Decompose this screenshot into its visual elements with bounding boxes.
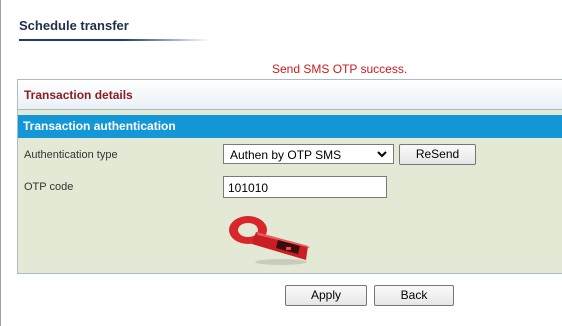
authentication-type-label: Authentication type (24, 149, 118, 161)
title-underline (19, 39, 209, 41)
otp-code-input[interactable]: 101010 (223, 176, 387, 198)
transaction-details-title: Transaction details (24, 88, 133, 102)
authentication-type-select[interactable]: Authen by OTP SMS (223, 144, 394, 164)
resend-button[interactable]: ReSend (399, 144, 476, 165)
chevron-down-icon (377, 151, 387, 158)
back-button[interactable]: Back (374, 285, 454, 306)
transaction-authentication-header: Transaction authentication (18, 115, 562, 138)
otp-code-value: 101010 (228, 181, 269, 195)
otp-code-label: OTP code (24, 181, 74, 193)
window-left-border (0, 0, 1, 326)
status-message: Send SMS OTP success. (272, 62, 408, 76)
otp-token-device-icon (229, 216, 310, 265)
authentication-type-value: Authen by OTP SMS (230, 148, 342, 162)
transaction-details-header[interactable]: Transaction details (18, 80, 562, 110)
page-title: Schedule transfer (19, 18, 129, 33)
transaction-authentication-title: Transaction authentication (23, 119, 176, 133)
transaction-panel: Transaction details Transaction authenti… (17, 79, 562, 274)
apply-button[interactable]: Apply (285, 285, 367, 306)
